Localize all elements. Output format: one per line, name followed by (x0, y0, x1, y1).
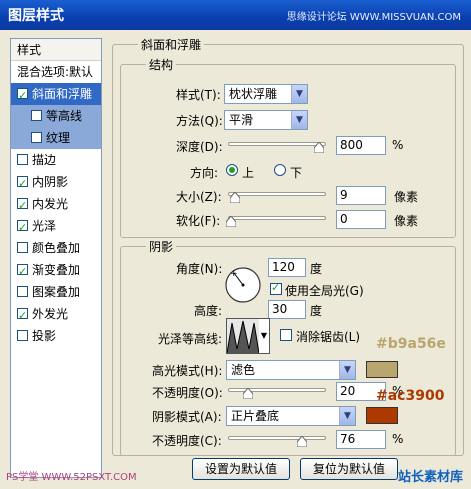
highlight-opacity-thumb[interactable] (243, 388, 253, 399)
checkbox-icon[interactable] (17, 261, 28, 283)
watermark-text: 思缘设计论坛 WWW.MISSVUAN.COM (286, 12, 461, 23)
altitude-unit: 度 (310, 304, 323, 318)
shadow-opacity-track[interactable] (228, 436, 326, 440)
size-slider-track[interactable] (228, 192, 326, 196)
soften-input[interactable]: 0 (336, 210, 386, 229)
sidebar-item-stroke[interactable]: 描边 (11, 149, 101, 171)
shadow-opacity-input[interactable]: 76 (336, 430, 386, 449)
chevron-down-icon: ▼ (339, 407, 355, 425)
depth-slider-thumb[interactable] (314, 142, 324, 153)
highlight-opacity-label: 不透明度(O): (152, 386, 223, 400)
method-select[interactable]: 平滑 ▼ (224, 110, 308, 130)
antialias-checkbox[interactable] (280, 329, 292, 341)
size-unit: 像素 (394, 190, 419, 204)
chevron-down-icon: ▼ (339, 361, 355, 379)
checkbox-icon[interactable] (17, 195, 28, 217)
angle-input[interactable]: 120 (268, 258, 306, 277)
panel-title: 斜面和浮雕 (138, 36, 205, 53)
checkbox-icon[interactable] (17, 173, 28, 195)
sidebar-item-bevel-emboss[interactable]: 斜面和浮雕 (11, 83, 101, 107)
checkbox-icon[interactable] (17, 286, 28, 297)
size-slider-thumb[interactable] (230, 192, 240, 203)
shadow-mode-select[interactable]: 正片叠底 ▼ (226, 406, 356, 426)
styles-list: 样式 混合选项:默认 斜面和浮雕 等高线 纹理 描边 内阴影 内发光 光泽 颜色… (10, 38, 102, 478)
sidebar-item-gradient-overlay[interactable]: 渐变叠加 (11, 259, 101, 283)
structure-title: 结构 (146, 56, 177, 73)
footer-watermark: PS学堂 WWW.52PSXT.COM (6, 472, 137, 483)
shadow-opacity-label: 不透明度(C): (152, 434, 222, 448)
soften-label: 软化(F): (176, 214, 221, 228)
title-bar: 图层样式 思缘设计论坛 WWW.MISSVUAN.COM (0, 0, 471, 30)
sidebar-item-contour[interactable]: 等高线 (11, 105, 101, 127)
sidebar-item-texture[interactable]: 纹理 (11, 127, 101, 149)
depth-input[interactable]: 800 (336, 136, 386, 155)
checkbox-icon[interactable] (31, 110, 42, 121)
dialog-content: 样式 混合选项:默认 斜面和浮雕 等高线 纹理 描边 内阴影 内发光 光泽 颜色… (0, 30, 471, 489)
global-light-label: 使用全局光(G) (285, 284, 364, 298)
checkbox-icon[interactable] (31, 132, 42, 143)
soften-unit: 像素 (394, 214, 419, 228)
checkbox-icon[interactable] (17, 305, 28, 327)
soften-slider-track[interactable] (228, 216, 326, 220)
shadow-color-swatch[interactable] (366, 407, 398, 424)
checkbox-icon[interactable] (17, 217, 28, 239)
shadow-color-annotation: #ac3900 (376, 388, 445, 404)
gloss-contour-label: 光泽等高线: (158, 332, 223, 346)
style-select[interactable]: 枕状浮雕 ▼ (224, 84, 308, 104)
highlight-color-annotation: #b9a56e (376, 336, 446, 352)
direction-label: 方向: (190, 166, 219, 180)
angle-label: 角度(N): (176, 262, 223, 276)
direction-down-radio[interactable] (274, 164, 286, 176)
altitude-input[interactable]: 30 (268, 300, 306, 319)
site-logo: 站长素材库 (397, 470, 463, 485)
chevron-down-icon: ▼ (291, 85, 307, 103)
size-input[interactable]: 9 (336, 186, 386, 205)
set-default-button[interactable]: 设置为默认值 (192, 458, 290, 480)
window-title: 图层样式 (8, 8, 64, 24)
direction-up-label: 上 (242, 166, 255, 180)
antialias-label: 消除锯齿(L) (296, 330, 361, 344)
checkbox-icon[interactable] (17, 154, 28, 165)
depth-unit: % (392, 138, 404, 152)
depth-slider-track[interactable] (228, 142, 326, 146)
direction-up-radio[interactable] (226, 164, 238, 176)
sidebar-item-outer-glow[interactable]: 外发光 (11, 303, 101, 327)
shadow-opacity-unit: % (392, 432, 404, 446)
styles-header[interactable]: 样式 (11, 39, 101, 61)
depth-label: 深度(D): (176, 140, 223, 154)
blend-options-item[interactable]: 混合选项:默认 (11, 61, 101, 83)
angle-dial[interactable]: + (224, 266, 262, 304)
gloss-contour-picker[interactable]: ▼ (226, 318, 270, 354)
shadow-opacity-thumb[interactable] (297, 436, 307, 447)
global-light-checkbox[interactable] (270, 281, 282, 295)
altitude-label: 高度: (194, 304, 223, 318)
chevron-down-icon: ▼ (260, 331, 267, 340)
sidebar-item-drop-shadow[interactable]: 投影 (11, 325, 101, 347)
sidebar-item-inner-shadow[interactable]: 内阴影 (11, 171, 101, 195)
svg-text:+: + (230, 269, 238, 279)
checkbox-icon[interactable] (17, 330, 28, 341)
style-label: 样式(T): (176, 88, 221, 102)
soften-slider-thumb[interactable] (226, 216, 236, 227)
highlight-mode-select[interactable]: 滤色 ▼ (226, 360, 356, 380)
highlight-color-swatch[interactable] (366, 361, 398, 378)
sidebar-item-satin[interactable]: 光泽 (11, 215, 101, 239)
shadow-mode-label: 阴影模式(A): (152, 410, 222, 424)
checkbox-icon[interactable] (17, 85, 28, 107)
chevron-down-icon: ▼ (291, 111, 307, 129)
shading-title: 阴影 (146, 238, 177, 255)
sidebar-item-inner-glow[interactable]: 内发光 (11, 193, 101, 217)
sidebar-item-pattern-overlay[interactable]: 图案叠加 (11, 281, 101, 303)
method-label: 方法(Q): (176, 114, 223, 128)
size-label: 大小(Z): (176, 190, 222, 204)
direction-down-label: 下 (290, 166, 303, 180)
checkbox-icon[interactable] (17, 242, 28, 253)
angle-unit: 度 (310, 262, 323, 276)
sidebar-item-color-overlay[interactable]: 颜色叠加 (11, 237, 101, 259)
reset-default-button[interactable]: 复位为默认值 (300, 458, 398, 480)
highlight-mode-label: 高光模式(H): (152, 364, 223, 378)
